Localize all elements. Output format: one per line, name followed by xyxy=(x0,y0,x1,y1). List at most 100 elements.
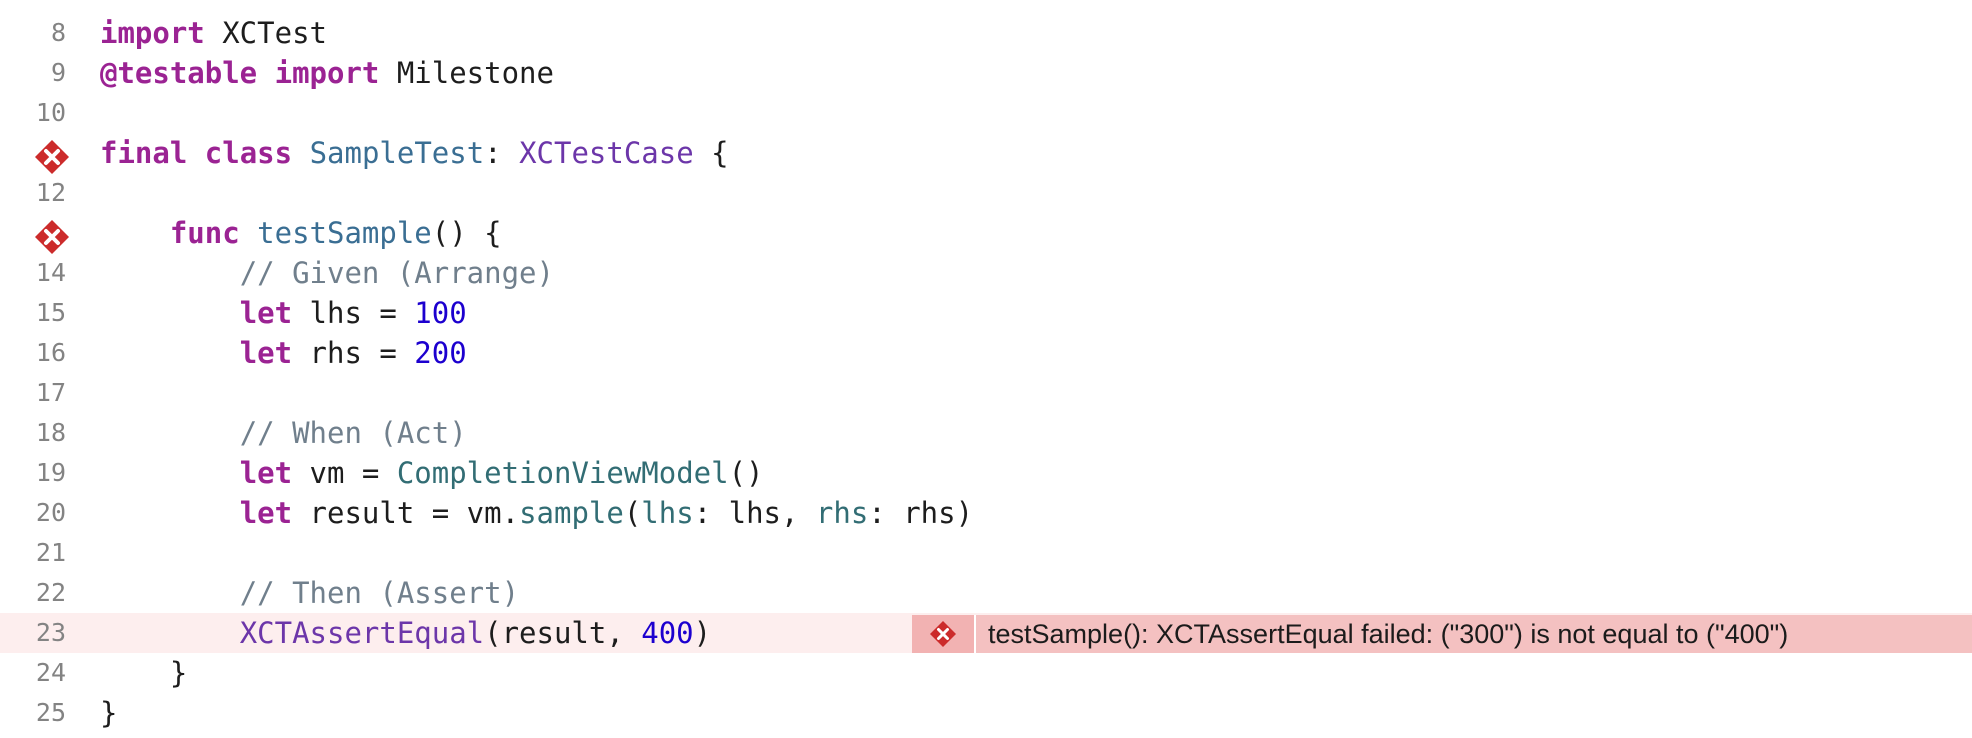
code-token: ) xyxy=(693,616,712,650)
code-token: XCTestCase xyxy=(519,136,694,170)
code-token: rhs xyxy=(815,496,869,530)
code-token: let xyxy=(239,496,293,530)
code-token: : lhs, xyxy=(693,496,816,530)
code-line[interactable]: func testSample() { xyxy=(0,213,1972,255)
code-token: sample xyxy=(519,496,624,530)
code-text: XCTAssertEqual(result, 400) xyxy=(100,613,711,653)
line-number: 20 xyxy=(35,498,66,527)
code-token: () xyxy=(728,456,764,490)
code-line[interactable]: final class SampleTest: XCTestCase { xyxy=(0,133,1972,175)
line-number: 9 xyxy=(50,58,66,87)
code-text: let rhs = 200 xyxy=(100,333,467,373)
line-number: 21 xyxy=(35,538,66,567)
code-line[interactable]: 15 let lhs = 100 xyxy=(0,293,1972,333)
code-line[interactable]: 9 @testable import Milestone xyxy=(0,53,1972,93)
code-text: func testSample() { xyxy=(100,213,502,253)
code-line[interactable]: 16 let rhs = 200 xyxy=(0,333,1972,373)
line-number: 14 xyxy=(35,258,66,287)
code-token: let xyxy=(239,296,293,330)
code-text: final class SampleTest: XCTestCase { xyxy=(100,133,729,173)
code-token: } xyxy=(100,656,188,690)
code-token: XCTAssertEqual xyxy=(239,616,485,650)
code-text: } xyxy=(100,653,187,693)
code-token: class xyxy=(204,136,293,170)
line-number: 24 xyxy=(35,658,66,687)
line-number: 22 xyxy=(35,578,66,607)
code-text: // When (Act) xyxy=(100,413,467,453)
code-token: @testable xyxy=(100,56,258,90)
line-number: 19 xyxy=(35,458,66,487)
code-token: final xyxy=(100,136,188,170)
line-number: 23 xyxy=(35,618,66,647)
code-line[interactable]: 20 let result = vm.sample(lhs: lhs, rhs:… xyxy=(0,493,1972,533)
code-line[interactable]: 14 // Given (Arrange) xyxy=(0,253,1972,293)
code-token: XCTest xyxy=(204,16,327,50)
code-token: rhs = xyxy=(292,336,415,370)
code-token: // Then (Assert) xyxy=(239,576,520,610)
code-token: result = vm. xyxy=(292,496,520,530)
line-number: 10 xyxy=(35,98,66,127)
code-text: let result = vm.sample(lhs: lhs, rhs: rh… xyxy=(100,493,973,533)
code-token: // Given (Arrange) xyxy=(239,256,554,290)
code-token: lhs xyxy=(641,496,694,530)
code-text: let vm = CompletionViewModel() xyxy=(100,453,764,493)
code-line[interactable]: 19 let vm = CompletionViewModel() xyxy=(0,453,1972,493)
code-token: ( xyxy=(623,496,642,530)
code-token: CompletionViewModel xyxy=(396,456,729,490)
code-line[interactable]: 24 } xyxy=(0,653,1972,693)
code-editor[interactable]: 8 import XCTest 9 @testable import Mileston… xyxy=(0,0,1972,738)
code-token: lhs = xyxy=(292,296,415,330)
code-text: @testable import Milestone xyxy=(100,53,554,93)
error-annotation-banner[interactable]: testSample(): XCTAssertEqual failed: ("3… xyxy=(912,615,1972,653)
error-x-icon[interactable] xyxy=(34,219,70,255)
line-number: 16 xyxy=(35,338,66,367)
code-token: (result, xyxy=(484,616,642,650)
code-line[interactable]: 8 import XCTest xyxy=(0,13,1972,53)
error-x-icon xyxy=(930,621,956,647)
code-token: : xyxy=(484,136,520,170)
code-line[interactable]: 18 // When (Act) xyxy=(0,413,1972,453)
line-number: 8 xyxy=(50,18,66,47)
code-token: 200 xyxy=(414,336,467,370)
code-text: import XCTest xyxy=(100,13,327,53)
error-annotation-badge[interactable] xyxy=(912,615,976,653)
code-line[interactable]: 21 xyxy=(0,533,1972,573)
code-token: : rhs) xyxy=(868,496,974,530)
line-number-7-partial xyxy=(56,0,66,4)
code-line[interactable]: 17 xyxy=(0,373,1972,413)
line-number: 17 xyxy=(35,378,66,407)
code-token: import xyxy=(274,56,380,90)
code-line[interactable]: 10 xyxy=(0,93,1972,133)
code-line[interactable]: 25} xyxy=(0,693,1972,733)
code-token: import xyxy=(100,16,205,50)
code-token: { xyxy=(693,136,729,170)
line-number: 25 xyxy=(35,698,66,727)
code-line[interactable]: 12 xyxy=(0,173,1972,213)
code-token: () { xyxy=(431,216,502,250)
code-token: testSample xyxy=(257,216,432,250)
code-line[interactable]: 22 // Then (Assert) xyxy=(0,573,1972,613)
code-token: Milestone xyxy=(379,56,554,90)
code-token: let xyxy=(239,336,293,370)
code-token: func xyxy=(169,216,240,250)
code-text: let lhs = 100 xyxy=(100,293,467,333)
code-text: // Then (Assert) xyxy=(100,573,519,613)
error-x-icon[interactable] xyxy=(34,139,70,175)
code-token: let xyxy=(239,456,293,490)
code-token: 400 xyxy=(641,616,694,650)
line-number: 15 xyxy=(35,298,66,327)
error-message: testSample(): XCTAssertEqual failed: ("3… xyxy=(988,619,1789,649)
code-token: 100 xyxy=(414,296,467,330)
